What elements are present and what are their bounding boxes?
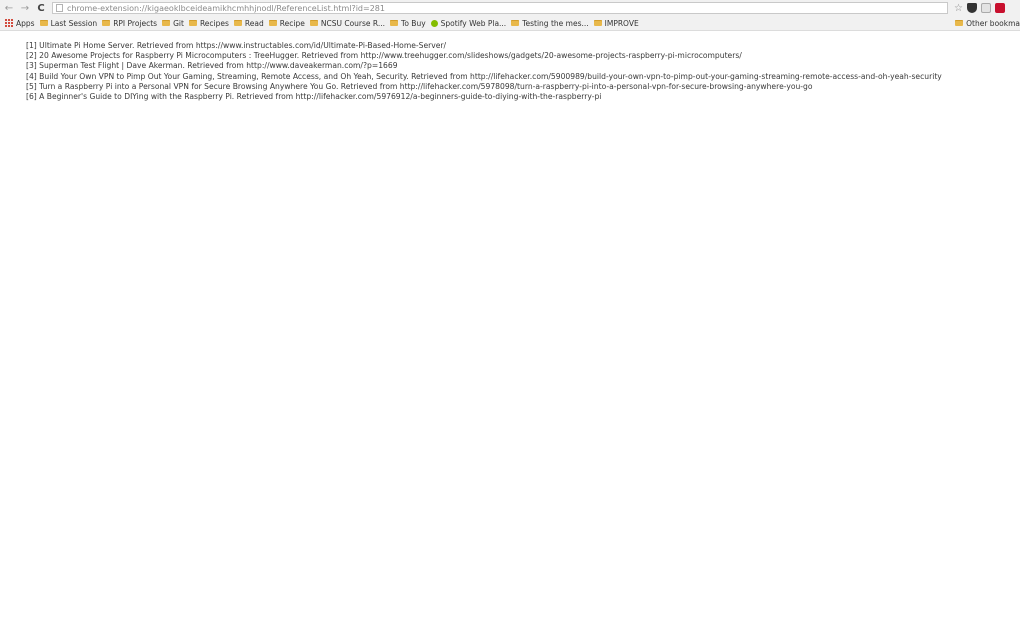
- forward-button[interactable]: →: [18, 1, 32, 15]
- bookmark-star-icon[interactable]: ☆: [954, 3, 963, 14]
- reference-item: [5] Turn a Raspberry Pi into a Personal …: [26, 81, 813, 91]
- extension-icon[interactable]: [980, 3, 991, 13]
- url-text[interactable]: chrome-extension://kigaeoklbceideamikhcm…: [67, 4, 385, 13]
- browser-toolbar: ← → C chrome-extension://kigaeoklbceidea…: [0, 0, 1020, 16]
- reference-item: [3] Superman Test Flight | Dave Akerman.…: [26, 61, 398, 71]
- back-button[interactable]: ←: [2, 1, 16, 15]
- address-bar[interactable]: chrome-extension://kigaeoklbceideamikhcm…: [52, 2, 948, 14]
- bookmark-label: Recipes: [199, 18, 229, 28]
- apps-grid-icon: [5, 19, 13, 27]
- bookmark-label: NCSU Course R...: [320, 18, 386, 28]
- folder-icon: [955, 20, 964, 26]
- bookmark-apps[interactable]: Apps: [5, 19, 35, 28]
- folder-icon: [188, 20, 197, 26]
- bookmark-label: Read: [244, 18, 264, 28]
- reload-icon: C: [37, 2, 45, 14]
- bookmark-folder-testing[interactable]: Testing the mes...: [511, 18, 589, 28]
- bookmark-label: Last Session: [50, 18, 98, 28]
- bookmark-label: Recipe: [279, 18, 305, 28]
- shield-extension-icon[interactable]: [966, 3, 977, 13]
- bookmark-folder-last-session[interactable]: Last Session: [39, 18, 98, 28]
- page-icon: [56, 4, 63, 12]
- bookmark-folder-improve[interactable]: IMPROVE: [593, 18, 639, 28]
- spotify-icon: [430, 19, 438, 27]
- folder-icon: [593, 20, 602, 26]
- bookmark-folder-read[interactable]: Read: [233, 18, 264, 28]
- folder-icon: [268, 20, 277, 26]
- reload-button[interactable]: C: [34, 1, 48, 15]
- reference-list: [1] Ultimate Pi Home Server. Retrieved f…: [26, 41, 942, 102]
- red-extension-icon[interactable]: [994, 3, 1005, 13]
- reference-item: [1] Ultimate Pi Home Server. Retrieved f…: [26, 41, 447, 50]
- bookmark-label: Other bookma: [966, 18, 1020, 28]
- bookmark-label: Spotify Web Pla...: [440, 18, 507, 28]
- bookmark-spotify[interactable]: Spotify Web Pla...: [430, 18, 507, 28]
- bookmark-folder-rpi-projects[interactable]: RPI Projects: [102, 19, 157, 28]
- other-bookmarks[interactable]: Other bookma: [955, 16, 1020, 30]
- folder-icon: [39, 20, 48, 26]
- bookmark-label: Apps: [16, 18, 35, 28]
- folder-icon: [511, 20, 520, 26]
- bookmark-folder-recipes[interactable]: Recipes: [188, 18, 229, 28]
- reference-item: [2] 20 Awesome Projects for Raspberry Pi…: [26, 51, 742, 61]
- folder-icon: [390, 20, 399, 26]
- folder-icon: [233, 20, 242, 26]
- bookmarks-bar: Apps Last Session RPI Projects Git Recip…: [0, 16, 1020, 31]
- folder-icon: [309, 20, 318, 26]
- folder-icon: [162, 20, 171, 26]
- forward-arrow-icon: →: [20, 2, 30, 14]
- bookmark-label: To Buy: [401, 18, 426, 28]
- bookmark-folder-to-buy[interactable]: To Buy: [390, 19, 426, 28]
- bookmark-label: RPI Projects: [113, 18, 158, 28]
- bookmark-folder-ncsu-course[interactable]: NCSU Course R...: [309, 18, 386, 28]
- reference-item: [6] A Beginner's Guide to DIYing with th…: [26, 92, 602, 102]
- bookmark-label: Testing the mes...: [522, 18, 589, 28]
- back-arrow-icon: ←: [4, 2, 14, 14]
- bookmark-label: IMPROVE: [604, 18, 639, 28]
- bookmark-label: Git: [173, 18, 184, 28]
- folder-icon: [102, 20, 111, 26]
- bookmark-folder-recipe[interactable]: Recipe: [268, 18, 305, 28]
- bookmark-folder-git[interactable]: Git: [162, 19, 184, 28]
- reference-item: [4] Build Your Own VPN to Pimp Out Your …: [26, 71, 942, 81]
